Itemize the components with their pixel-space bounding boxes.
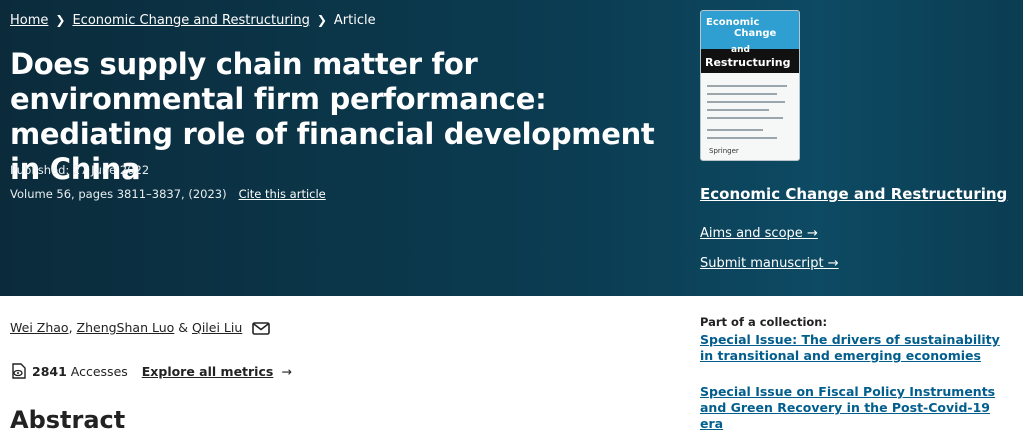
springer-logo: Springer <box>709 147 739 155</box>
submit-manuscript-link[interactable]: Submit manuscript → <box>700 256 839 271</box>
cover-text-line <box>707 137 777 139</box>
published-date: Published: 27 June 2022 <box>10 163 150 177</box>
breadcrumb: Home ❯ Economic Change and Restructuring ❯ A… <box>10 13 376 28</box>
cover-text-line <box>707 117 783 119</box>
breadcrumb-home[interactable]: Home <box>10 13 48 28</box>
arrow-right-icon: → <box>281 364 292 379</box>
arrow-right-icon: → <box>827 256 839 271</box>
author-list: Wei Zhao, ZhengShan Luo & Qilei Liu <box>10 320 271 338</box>
volume-info: Volume 56, pages 3811–3837, (2023) Cite t… <box>10 187 326 201</box>
explore-metrics-link[interactable]: Explore all metrics <box>142 364 274 379</box>
journal-title-link[interactable]: Economic Change and Restructuring <box>700 185 1007 203</box>
volume-pages: Volume 56, pages 3811–3837, (2023) <box>10 187 227 201</box>
cover-text-line <box>707 101 785 103</box>
chevron-right-icon: ❯ <box>55 13 66 27</box>
cover-text-line <box>707 109 769 111</box>
cover-text-line <box>707 129 763 131</box>
accesses-icon <box>10 362 28 383</box>
breadcrumb-journal[interactable]: Economic Change and Restructuring <box>72 13 309 28</box>
accesses-count: 2841 <box>32 364 67 379</box>
article-header-banner: Home ❯ Economic Change and Restructuring ❯ A… <box>0 0 1023 296</box>
collection-link[interactable]: Special Issue: The drivers of sustainabi… <box>700 332 1005 364</box>
breadcrumb-current: Article <box>333 13 376 28</box>
aims-and-scope-link[interactable]: Aims and scope → <box>700 226 818 241</box>
journal-cover-image[interactable]: Economic Change and Restructuring Spring… <box>700 10 800 161</box>
collection-heading: Part of a collection: <box>700 315 828 329</box>
cover-title: Economic Change <box>706 17 777 39</box>
author-link[interactable]: ZhengShan Luo <box>77 320 175 335</box>
collection-link[interactable]: Special Issue on Fiscal Policy Instrumen… <box>700 384 1005 432</box>
accesses-label: Accesses <box>70 364 128 379</box>
chevron-right-icon: ❯ <box>316 13 327 27</box>
cover-text-line <box>707 93 777 95</box>
author-link[interactable]: Wei Zhao <box>10 320 69 335</box>
author-link[interactable]: Qilei Liu <box>192 320 242 335</box>
cover-text-line <box>707 85 787 87</box>
cite-article-link[interactable]: Cite this article <box>239 187 326 201</box>
cover-dark-band: and Restructuring <box>701 45 799 73</box>
email-icon[interactable] <box>252 322 271 338</box>
abstract-heading: Abstract <box>10 406 126 434</box>
article-metrics: 2841 Accesses Explore all metrics → <box>10 362 292 383</box>
arrow-right-icon: → <box>806 226 818 241</box>
